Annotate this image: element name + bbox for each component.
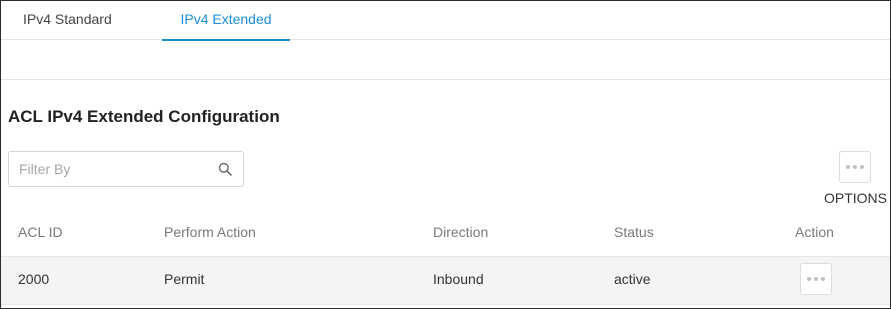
tab-ipv4-extended[interactable]: IPv4 Extended: [162, 1, 290, 41]
search-icon[interactable]: [218, 162, 232, 176]
more-horizontal-icon: [801, 277, 831, 281]
filter-input[interactable]: [19, 152, 209, 186]
column-header-acl-id[interactable]: ACL ID: [18, 224, 63, 240]
page-title: ACL IPv4 Extended Configuration: [8, 107, 280, 126]
app-frame: IPv4 Standard IPv4 Extended ACL IPv4 Ext…: [0, 0, 891, 309]
cell-status: active: [614, 271, 651, 287]
options-button[interactable]: [839, 151, 871, 183]
cell-acl-id: 2000: [18, 271, 50, 287]
cell-direction: Inbound: [433, 271, 484, 287]
cell-perform-action: Permit: [164, 271, 205, 287]
section-divider: [1, 79, 890, 80]
options-label: OPTIONS: [824, 190, 888, 206]
column-header-direction[interactable]: Direction: [433, 224, 488, 240]
row-action-button[interactable]: [800, 263, 832, 295]
more-horizontal-icon: [840, 165, 870, 169]
column-header-perform-action[interactable]: Perform Action: [164, 224, 256, 240]
column-header-status[interactable]: Status: [614, 224, 654, 240]
tab-ipv4-standard[interactable]: IPv4 Standard: [23, 1, 112, 40]
filter-box[interactable]: [8, 151, 244, 187]
tab-bar: IPv4 Standard IPv4 Extended: [1, 1, 890, 41]
table-row[interactable]: 2000 Permit Inbound active: [1, 256, 890, 305]
column-header-action: Action: [795, 224, 834, 240]
